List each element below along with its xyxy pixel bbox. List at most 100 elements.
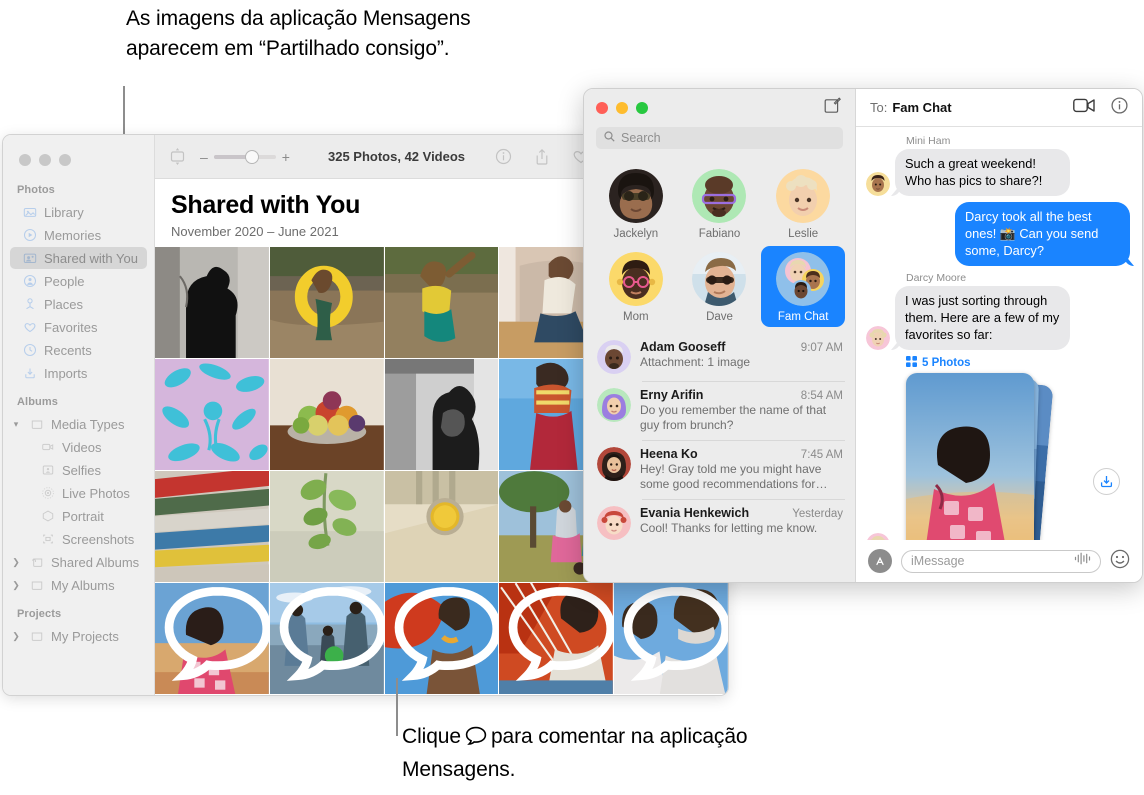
photo-thumbnail[interactable] [155,247,269,358]
sidebar-item-videos[interactable]: Videos [10,436,147,458]
zoom-slider-track[interactable] [213,149,276,164]
comment-bubble-icon[interactable] [391,583,499,689]
conversation-name: Erny Arifin [640,388,704,402]
sidebar-group-projects-title: Projects [17,608,62,620]
photo-thumbnail[interactable] [269,247,384,358]
sidebar-item-selfies[interactable]: Selfies [10,459,147,481]
photo-thumbnail[interactable] [384,471,499,582]
sidebar-item-recents[interactable]: Recents [10,339,147,361]
sidebar-item-my-projects[interactable]: ❯ My Projects [10,625,147,647]
zoom-button[interactable] [59,154,71,166]
photo-thumbnail[interactable] [155,359,269,470]
info-icon[interactable] [495,148,512,165]
chevron-right-icon[interactable]: ❯ [10,631,22,642]
pinned-label: Jackelyn [613,228,659,240]
share-icon[interactable] [534,148,550,166]
sidebar-item-portrait[interactable]: Portrait [10,505,147,527]
sidebar-item-library[interactable]: Library [10,201,147,223]
screenshot-icon [40,532,55,547]
pinned-conversation-mom[interactable]: Mom [594,246,678,327]
erny-memoji [597,388,631,422]
callout-text-bottom: Clique para comentar na aplicação Mensage… [402,722,802,785]
conversation-preview: Cool! Thanks for letting me know. [640,521,818,535]
photo-thumbnail[interactable] [155,583,269,694]
zoom-in-label[interactable]: + [282,149,290,165]
sidebar-item-people[interactable]: People [10,270,147,292]
fabiano-memoji [692,169,747,223]
photo-thumbnail[interactable] [384,359,499,470]
callout-leader-line-bottom [396,678,398,736]
compose-icon[interactable] [824,97,841,119]
photo-thumbnail[interactable] [614,583,728,694]
pinned-conversation-leslie[interactable]: Leslie [761,163,845,244]
photo-thumbnail[interactable] [269,583,384,694]
photo-thumbnail[interactable] [269,471,384,582]
sidebar-item-favorites[interactable]: Favorites [10,316,147,338]
chevron-right-icon[interactable]: ❯ [10,580,22,591]
video-camera-icon[interactable] [1073,98,1095,118]
photo-thumbnail[interactable] [384,583,499,694]
photo-thumbnail[interactable] [499,583,614,694]
minimize-button[interactable] [39,154,51,166]
comment-bubble-icon[interactable] [620,583,728,689]
sidebar-item-my-albums[interactable]: ❯ My Albums [10,574,147,596]
evania-memoji [597,506,631,540]
imessage-input[interactable]: iMessage [901,549,1101,573]
close-button[interactable] [596,102,608,114]
comment-bubble-icon[interactable] [276,583,384,689]
pinned-conversations-grid[interactable]: Jackelyn Fabiano Leslie Mom Dave Fam Cha… [584,159,855,333]
zoom-slider[interactable]: – + [200,149,290,165]
zoom-button[interactable] [636,102,648,114]
heart-icon [22,320,37,335]
sidebar-item-media-types[interactable]: ▾ Media Types [10,413,147,435]
photo-thumbnail[interactable] [384,247,499,358]
waveform-icon[interactable] [1074,552,1091,570]
sidebar-item-label: People [44,273,85,289]
download-button[interactable] [1093,468,1120,495]
zoom-slider-knob[interactable] [244,149,259,164]
sidebar-item-memories[interactable]: Memories [10,224,147,246]
aspect-ratio-icon[interactable] [169,147,186,166]
chevron-right-icon[interactable]: ❯ [10,557,22,568]
info-icon[interactable] [1111,96,1128,119]
chat-composer[interactable]: iMessage [856,540,1142,582]
conversation-row[interactable]: Erny Arifin 8:54 AM Do you remember the … [584,381,855,440]
stacked-photo-front[interactable] [906,373,1034,540]
messages-window-controls[interactable] [596,102,648,114]
photos-count-label: 325 Photos, 42 Videos [327,149,466,164]
pinned-conversation-fabiano[interactable]: Fabiano [678,163,762,244]
pinned-conversation-fam-chat[interactable]: Fam Chat [761,246,845,327]
minimize-button[interactable] [616,102,628,114]
search-input[interactable]: Search [596,127,843,149]
emoji-icon[interactable] [1110,549,1130,574]
app-store-icon[interactable] [868,549,892,573]
zoom-out-label[interactable]: – [200,149,208,165]
comment-bubble-icon[interactable] [161,583,269,689]
sidebar-item-shared-albums[interactable]: ❯ Shared Albums [10,551,147,573]
chevron-down-icon[interactable]: ▾ [10,419,22,430]
messages-titlebar [584,89,855,127]
photos-window-controls[interactable] [3,145,154,180]
conversation-list[interactable]: Adam Gooseff 9:07 AM Attachment: 1 image… [584,333,855,582]
sidebar-item-live-photos[interactable]: Live Photos [10,482,147,504]
photo-thumbnail[interactable] [269,359,384,470]
comment-bubble-icon [465,725,487,755]
pinned-conversation-dave[interactable]: Dave [678,246,762,327]
comment-bubble-icon[interactable] [505,583,614,689]
conversation-row[interactable]: Evania Henkewich Yesterday Cool! Thanks … [584,499,855,547]
chat-header-actions [1073,96,1128,119]
sidebar-item-imports[interactable]: Imports [10,362,147,384]
sidebar-item-places[interactable]: Places [10,293,147,315]
messages-app-window[interactable]: Search Jackelyn Fabiano Leslie Mom Dave … [583,88,1143,583]
photo-stack-row [866,373,1130,540]
sidebar-item-screenshots[interactable]: Screenshots [10,528,147,550]
close-button[interactable] [19,154,31,166]
chat-message-list[interactable]: Mini Ham Such a great weekend! Who has p… [856,127,1142,540]
conversation-row[interactable]: Heena Ko 7:45 AM Hey! Gray told me you m… [584,440,855,499]
photo-thumbnail[interactable] [155,471,269,582]
sidebar-item-shared-with-you[interactable]: Shared with You [10,247,147,269]
photos-attachment-label[interactable]: 5 Photos [906,356,1130,370]
photo-stack[interactable] [906,373,1054,540]
pinned-conversation-jackelyn[interactable]: Jackelyn [594,163,678,244]
conversation-row[interactable]: Adam Gooseff 9:07 AM Attachment: 1 image [584,333,855,381]
